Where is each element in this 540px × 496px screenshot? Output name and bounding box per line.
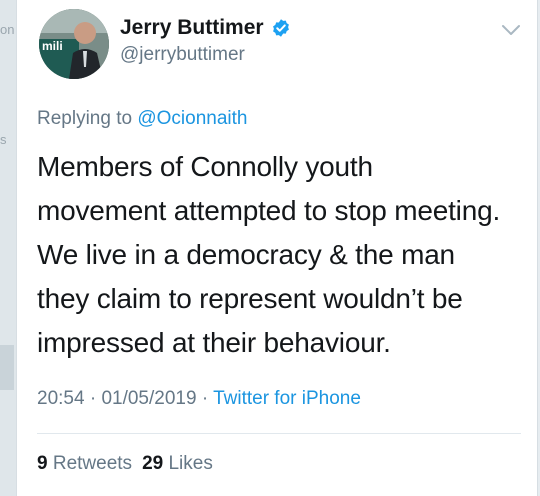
background-text-fragment: s xyxy=(0,132,7,147)
divider xyxy=(37,433,521,434)
chevron-down-icon[interactable] xyxy=(501,23,521,37)
likes-stat[interactable]: 29 Likes xyxy=(142,453,213,474)
tweet-time[interactable]: 20:54 xyxy=(37,388,85,409)
replying-to-label: Replying to xyxy=(37,108,133,129)
profile-photo-icon: mili xyxy=(39,9,109,79)
tweet-metadata: 20:54 · 01/05/2019 · Twitter for iPhone xyxy=(37,388,361,410)
verified-badge-icon xyxy=(272,19,289,37)
author-name[interactable]: Jerry Buttimer xyxy=(120,16,264,40)
tweet-text-line: they claim to represent wouldn’t be xyxy=(37,283,463,314)
retweets-count: 9 xyxy=(37,453,48,474)
tweet-text-line: impressed at their behaviour. xyxy=(37,327,391,358)
reply-mention-link[interactable]: @Ocionnaith xyxy=(137,108,247,129)
tweet-date[interactable]: 01/05/2019 xyxy=(101,388,196,409)
replying-to: Replying to @Ocionnaith xyxy=(37,108,247,130)
avatar[interactable]: mili xyxy=(39,9,109,79)
retweets-stat[interactable]: 9 Retweets xyxy=(37,453,132,474)
meta-separator: · xyxy=(201,388,209,409)
tweet-card: mili Jerry Buttimer @jerrybuttimer Reply… xyxy=(16,0,538,496)
likes-label: Likes xyxy=(168,453,213,474)
tweet-text-line: We live in a democracy & the man xyxy=(37,239,455,270)
tweet-text: Members of Connolly youth movement attem… xyxy=(37,145,532,365)
tweet-text-line: Members of Connolly youth xyxy=(37,151,373,182)
likes-count: 29 xyxy=(142,453,164,474)
author-handle[interactable]: @jerrybuttimer xyxy=(120,44,245,66)
retweets-label: Retweets xyxy=(52,453,133,474)
background-block xyxy=(0,345,14,390)
avatar-text: mili xyxy=(42,39,63,53)
background-text-fragment: on xyxy=(0,22,15,37)
meta-separator: · xyxy=(89,388,97,409)
tweet-text-line: movement attempted to stop meeting. xyxy=(37,195,501,226)
engagement-stats: 9 Retweets 29 Likes xyxy=(37,453,213,475)
tweet-source-link[interactable]: Twitter for iPhone xyxy=(213,388,361,409)
